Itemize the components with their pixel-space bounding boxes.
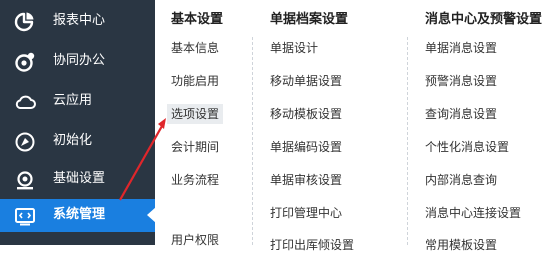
menu-link-message-center-connection[interactable]: 消息中心连接设置 (425, 205, 521, 221)
menu-link-common-template-settings[interactable]: 常用模板设置 (425, 237, 497, 253)
menu-link-user-permissions[interactable]: 用户权限 (171, 232, 219, 248)
sidebar-item-initialize[interactable]: 初始化 (0, 125, 155, 157)
basic-settings-icon (14, 169, 36, 191)
sidebar-item-system-management[interactable]: 系统管理 (0, 199, 156, 232)
collaboration-icon (14, 51, 36, 73)
sidebar-item-report-center[interactable]: 报表中心 (0, 5, 155, 37)
sidebar-nav: 报表中心 协同办公 云应用 初始化 基础设置 系统管理 (0, 0, 156, 245)
sidebar-item-label: 基础设置 (53, 171, 106, 186)
menu-link-mobile-document-settings[interactable]: 移动单据设置 (270, 73, 342, 89)
cloud-icon (14, 91, 36, 113)
sidebar-item-basic-settings[interactable]: 基础设置 (0, 163, 155, 195)
menu-link-internal-message-query[interactable]: 内部消息查询 (425, 172, 497, 188)
column-divider (407, 37, 408, 245)
report-chart-icon (14, 11, 36, 33)
menu-link-mobile-template-settings[interactable]: 移动模板设置 (270, 106, 342, 122)
menu-link-personalized-message-settings[interactable]: 个性化消息设置 (425, 139, 509, 155)
sidebar-item-label: 协同办公 (53, 53, 106, 68)
sidebar-item-cloud-apps[interactable]: 云应用 (0, 85, 155, 117)
column-divider (252, 37, 253, 245)
column-title-document-archive: 单据档案设置 (270, 12, 349, 27)
menu-link-document-message-settings[interactable]: 单据消息设置 (425, 40, 497, 56)
menu-link-accounting-period[interactable]: 会计期间 (171, 139, 219, 155)
menu-link-business-process[interactable]: 业务流程 (171, 172, 219, 188)
initialize-icon (14, 131, 36, 153)
sidebar-item-label: 云应用 (53, 93, 93, 108)
menu-link-feature-enable[interactable]: 功能启用 (171, 73, 219, 89)
menu-link-print-settings[interactable]: 打印出厍倾设置 (270, 237, 354, 253)
sidebar-item-collaboration[interactable]: 协同办公 (0, 45, 155, 77)
sidebar-item-label: 初始化 (53, 133, 93, 148)
menu-link-document-review-settings[interactable]: 单据审核设置 (270, 172, 342, 188)
sidebar-item-label: 系统管理 (53, 207, 106, 222)
menu-link-option-settings[interactable]: 选项设置 (167, 104, 224, 124)
sidebar-item-label: 报表中心 (53, 13, 106, 28)
column-title-basic-settings: 基本设置 (171, 12, 224, 27)
active-indicator (147, 207, 156, 223)
menu-link-alert-message-settings[interactable]: 预警消息设置 (425, 73, 497, 89)
system-management-icon (14, 205, 36, 227)
menu-link-document-design[interactable]: 单据设计 (270, 40, 318, 56)
menu-link-basic-info[interactable]: 基本信息 (171, 40, 219, 56)
menu-link-document-code-settings[interactable]: 单据编码设置 (270, 139, 342, 155)
column-title-message-center: 消息中心及预警设置 (425, 12, 543, 27)
menu-link-query-message-settings[interactable]: 查询消息设置 (425, 106, 497, 122)
menu-link-print-management-center[interactable]: 打印管理中心 (270, 205, 342, 221)
